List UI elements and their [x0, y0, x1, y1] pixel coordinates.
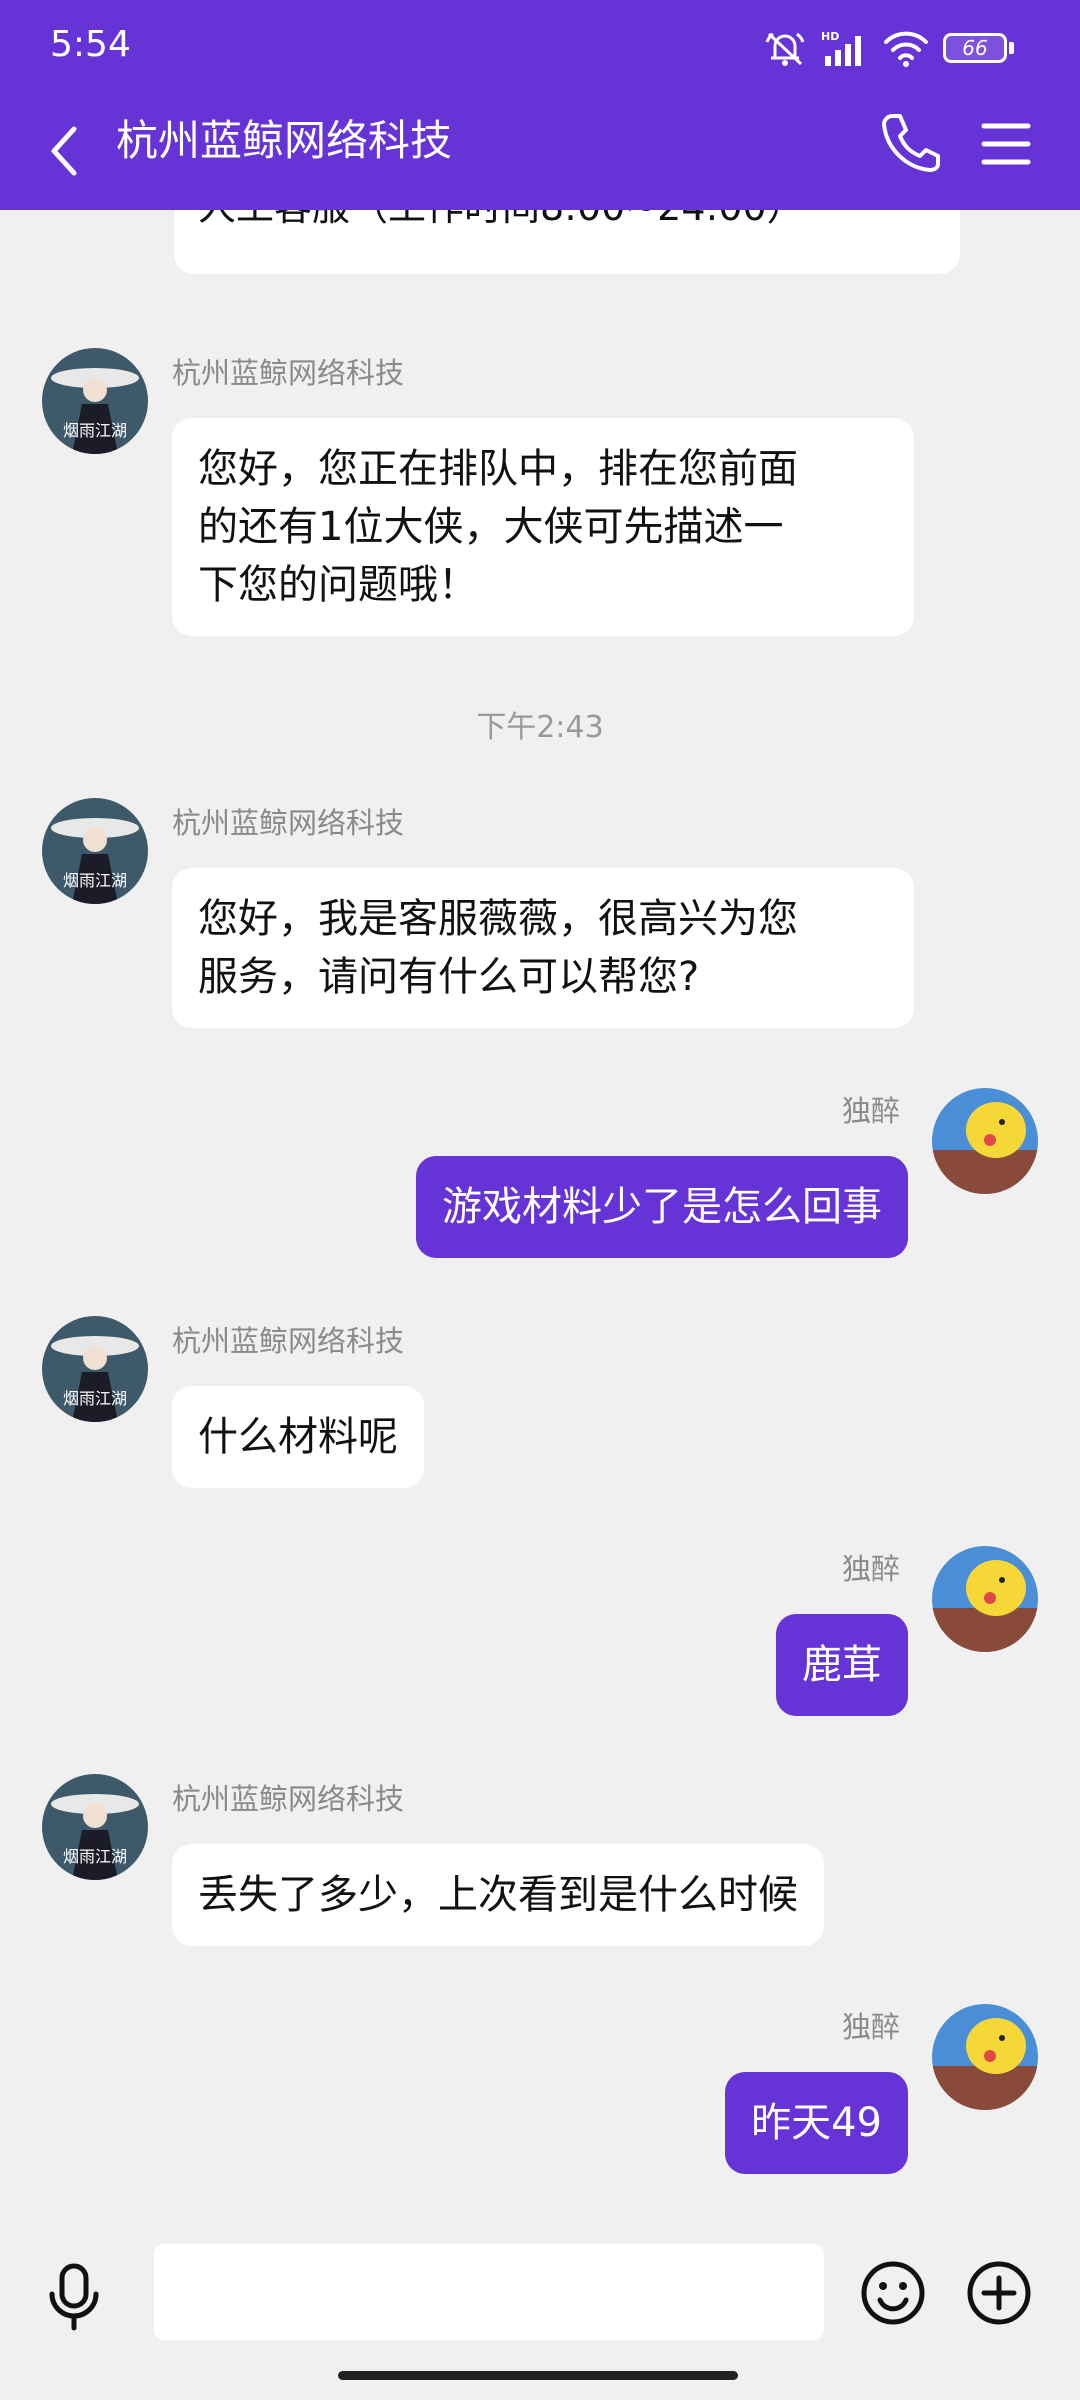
message-line: 丢失了多少，上次看到是什么时候 [198, 1872, 798, 1918]
nav-bar: 杭州蓝鲸网络科技 [0, 96, 1080, 210]
sender-name: 独醉 [841, 1552, 900, 1586]
message-bubble[interactable]: 鹿茸 [776, 1614, 908, 1716]
user-avatar[interactable] [932, 1088, 1038, 1194]
wifi-icon [884, 31, 928, 67]
menu-icon [981, 123, 1031, 165]
svg-text:烟雨江湖: 烟雨江湖 [63, 421, 127, 440]
voice-button[interactable] [42, 2262, 106, 2332]
phone-icon [882, 114, 940, 172]
menu-button[interactable] [976, 114, 1036, 174]
user-avatar[interactable] [932, 1546, 1038, 1652]
message-bubble[interactable]: 您好，我是客服薇薇，很高兴为您 服务，请问有什么可以帮您? [172, 868, 914, 1028]
message-bubble[interactable]: 您好，您正在排队中，排在您前面 的还有1位大侠，大侠可先描述一 下您的问题哦！ [172, 418, 914, 636]
agent-avatar[interactable]: 烟雨江湖 [42, 1316, 148, 1422]
message-line: 什么材料呢 [198, 1414, 398, 1460]
message-line: 游戏材料少了是怎么回事 [442, 1184, 882, 1230]
home-indicator[interactable] [338, 2371, 738, 2380]
message-line: 您好，我是客服薇薇，很高兴为您 [198, 896, 798, 942]
chat-area[interactable]: 人工客服（工作时间8:00~24:00） 烟雨江湖 杭州蓝鲸网络科技 您好，您正… [0, 210, 1080, 2240]
top-bar: 5:54 HD 66 杭州蓝鲸网络科技 [0, 0, 1080, 210]
battery-icon: 66 [943, 33, 1014, 63]
agent-avatar[interactable]: 烟雨江湖 [42, 348, 148, 454]
sender-name: 杭州蓝鲸网络科技 [172, 356, 405, 390]
sender-name: 杭州蓝鲸网络科技 [172, 806, 405, 840]
message-bubble[interactable]: 丢失了多少，上次看到是什么时候 [172, 1844, 824, 1946]
call-button[interactable] [878, 110, 942, 174]
back-button[interactable] [34, 116, 94, 186]
agent-avatar[interactable]: 烟雨江湖 [42, 1774, 148, 1880]
message-input[interactable] [154, 2244, 824, 2340]
message-bubble-partial: 人工客服（工作时间8:00~24:00） [174, 210, 960, 274]
sender-name: 独醉 [841, 2010, 900, 2044]
microphone-icon [49, 2263, 99, 2331]
chevron-left-icon [51, 126, 77, 176]
message-line: 昨天49 [751, 2100, 882, 2146]
user-avatar[interactable] [932, 2004, 1038, 2110]
message-line: 服务，请问有什么可以帮您? [198, 954, 700, 1000]
plus-circle-icon [967, 2261, 1031, 2325]
status-bar: 5:54 HD 66 [0, 0, 1080, 96]
message-bubble[interactable]: 昨天49 [725, 2072, 908, 2174]
svg-text:HD: HD [821, 30, 839, 43]
sender-name: 杭州蓝鲸网络科技 [172, 1324, 405, 1358]
status-icons: HD 66 [763, 26, 1014, 70]
chat-timestamp: 下午2:43 [476, 710, 604, 745]
message-line: 下您的问题哦！ [198, 562, 478, 608]
message-text: 人工客服（工作时间8:00~24:00） [198, 210, 805, 231]
svg-text:烟雨江湖: 烟雨江湖 [63, 1389, 127, 1408]
sender-name: 杭州蓝鲸网络科技 [172, 1782, 405, 1816]
agent-avatar[interactable]: 烟雨江湖 [42, 798, 148, 904]
status-time: 5:54 [50, 24, 131, 65]
sender-name: 独醉 [841, 1094, 900, 1128]
emoji-button[interactable] [860, 2260, 926, 2326]
message-line: 鹿茸 [802, 1642, 882, 1688]
message-line: 您好，您正在排队中，排在您前面 [198, 446, 798, 492]
hd-signal-icon: HD [821, 30, 861, 66]
message-line: 的还有1位大侠，大侠可先描述一 [198, 504, 784, 550]
message-bubble[interactable]: 什么材料呢 [172, 1386, 424, 1488]
chat-title: 杭州蓝鲸网络科技 [116, 116, 453, 165]
svg-text:烟雨江湖: 烟雨江湖 [63, 1847, 127, 1866]
mute-icon [765, 32, 805, 66]
battery-level: 66 [962, 36, 988, 60]
svg-text:烟雨江湖: 烟雨江湖 [63, 871, 127, 890]
smiley-icon [861, 2261, 925, 2325]
more-button[interactable] [966, 2260, 1032, 2326]
message-bubble[interactable]: 游戏材料少了是怎么回事 [416, 1156, 908, 1258]
